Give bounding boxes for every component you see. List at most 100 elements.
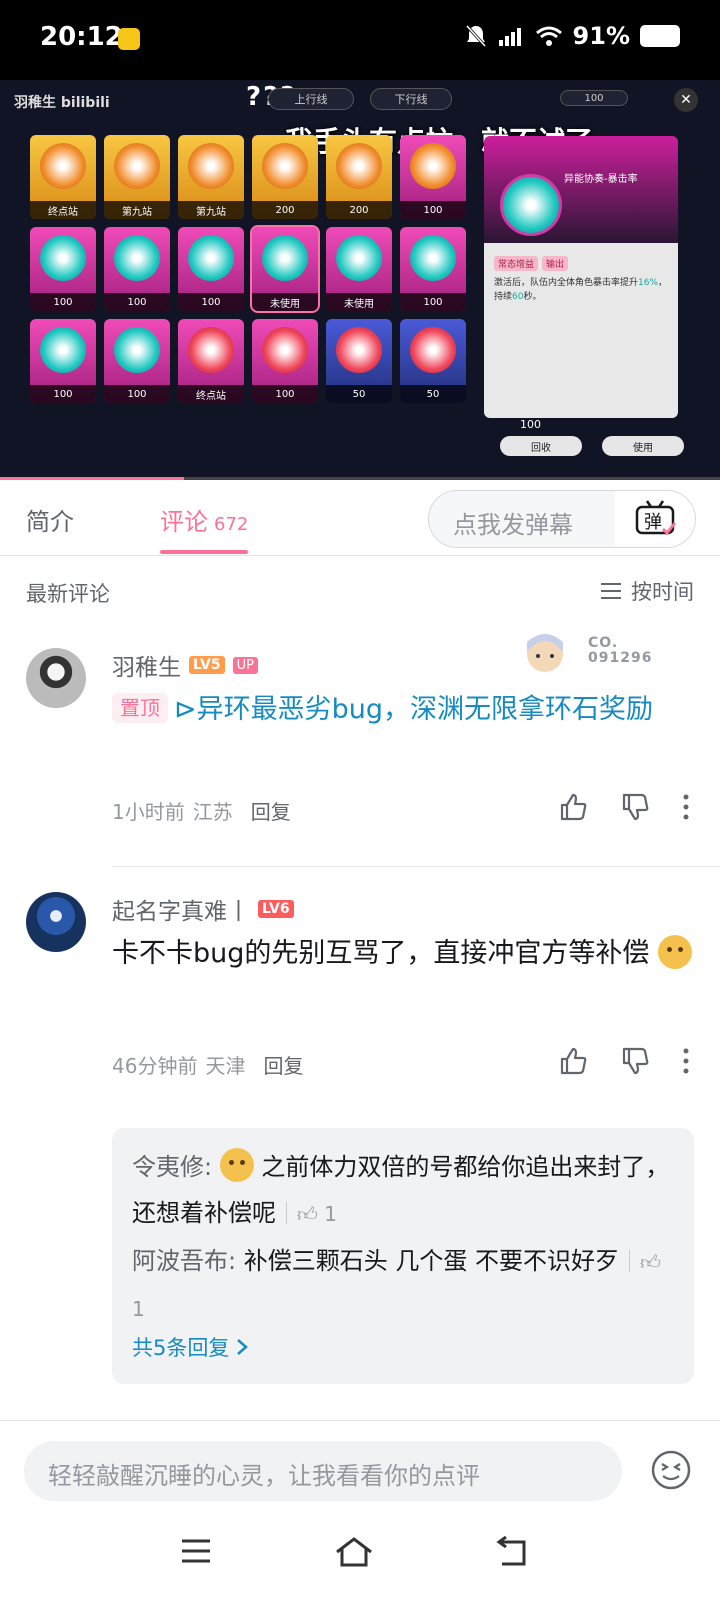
battery-icon (640, 25, 680, 47)
reply-like-count[interactable]: 👍︎ 1 (286, 1202, 337, 1226)
avatar[interactable] (26, 648, 86, 708)
app-notification-icon (118, 28, 140, 50)
reply-text: 补偿三颗石头 几个蛋 不要不识好歹 (243, 1247, 619, 1275)
item-tile: 50 (326, 319, 392, 403)
item-tile-label: 50 (326, 385, 392, 403)
item-tile: 100 (104, 319, 170, 403)
video-player[interactable]: 羽稚生 bilibili ??? 上行线 下行线 100 ✕ 我手头有点忙，就不… (0, 80, 720, 480)
comment-text: 卡不卡bug的先别互骂了，直接冲官方等补偿 (112, 932, 692, 975)
thumbs-up-icon[interactable] (558, 1046, 588, 1076)
thumbs-down-icon[interactable] (620, 1046, 650, 1076)
svg-text:弹: 弹 (644, 512, 662, 533)
mute-icon (465, 24, 486, 48)
item-tile: 未使用 (250, 225, 320, 313)
item-tile: 200 (252, 135, 318, 219)
item-tile: 第九站 (104, 135, 170, 219)
item-tile-label: 100 (104, 293, 170, 311)
replies-box[interactable]: 令夷修: 之前体力双倍的号都给你追出来封了，还想着补偿呢 👍︎ 1 阿波吾布: 补… (112, 1128, 694, 1384)
tab-active-indicator (160, 550, 248, 554)
video-watermark: 羽稚生 bilibili (14, 95, 110, 111)
item-detail-panel: 异能协奏-暴击率 常态增益 输出 激活后，队伍内全体角色暴击率提升16%，持续6… (484, 136, 678, 418)
thumbs-up-icon[interactable] (558, 792, 588, 822)
thumbs-down-icon[interactable] (620, 792, 650, 822)
comment-input-bar: 轻轻敲醒沉睡的心灵，让我看看你的点评 (0, 1420, 720, 1506)
item-tile: 100 (104, 227, 170, 311)
doge-emoji-icon (219, 1148, 254, 1182)
item-orb-icon (336, 327, 382, 373)
item-orb-icon (410, 235, 456, 281)
comment-time: 46分钟前 (112, 1054, 198, 1078)
tab-bar: 简介 评论 672 点我发弹幕 弹 (0, 480, 720, 556)
danmaku-input[interactable]: 点我发弹幕 弹 (428, 490, 696, 548)
item-tile: 100 (30, 319, 96, 403)
more-vertical-icon[interactable] (682, 1047, 690, 1075)
reply-username[interactable]: 令夷修 (132, 1153, 204, 1181)
sort-by-time-button[interactable]: 按时间 (599, 576, 694, 606)
item-orb-icon (40, 143, 86, 189)
comment-location: 江苏 (192, 800, 233, 824)
item-tile-label: 100 (178, 293, 244, 311)
item-detail-description: 激活后，队伍内全体角色暴击率提升16%，持续60秒。 (494, 278, 668, 302)
level-badge: LV5 (189, 656, 225, 674)
home-icon[interactable] (334, 1536, 374, 1568)
item-tile-label: 100 (104, 385, 170, 403)
item-tile-label: 第九站 (178, 201, 244, 219)
system-nav-bar (0, 1506, 720, 1600)
item-detail-orb (500, 174, 562, 236)
reply-item[interactable]: 阿波吾布: 补偿三颗石头 几个蛋 不要不识好歹 👍︎ 1 (132, 1238, 676, 1332)
item-tile-label: 100 (30, 293, 96, 311)
item-tile: 终点站 (30, 135, 96, 219)
comment-input[interactable]: 轻轻敲醒沉睡的心灵，让我看看你的点评 (24, 1441, 622, 1501)
item-tile-label: 200 (252, 201, 318, 219)
danmaku-placeholder: 点我发弹幕 (453, 511, 573, 539)
reply-button[interactable]: 回复 (263, 1050, 303, 1079)
use-button: 使用 (602, 436, 684, 456)
thumbs-up-icon: 👍︎ (639, 1250, 661, 1274)
item-tile-label: 终点站 (30, 201, 96, 219)
comment-count: 672 (214, 514, 249, 535)
comment-username[interactable]: 羽稚生 (112, 648, 181, 682)
item-orb-icon (114, 327, 160, 373)
item-tile-label: 50 (400, 385, 466, 403)
item-tile: 50 (400, 319, 466, 403)
item-tile: 100 (400, 135, 466, 219)
reply-item[interactable]: 令夷修: 之前体力双倍的号都给你追出来封了，还想着补偿呢 👍︎ 1 (132, 1144, 676, 1237)
item-orb-icon (188, 235, 234, 281)
comment-link[interactable]: 异环最恶劣bug，深渊无限拿环石奖励 (197, 694, 653, 725)
item-cost: 100 (520, 418, 541, 431)
item-tile-label: 终点站 (178, 385, 244, 403)
item-tile: 100 (178, 227, 244, 311)
cellular-signal-icon (498, 28, 521, 46)
item-orb-icon (262, 235, 308, 281)
item-orb-icon (410, 327, 456, 373)
status-time: 20:12 (40, 22, 123, 52)
reply-button[interactable]: 回复 (251, 796, 291, 825)
comment-username[interactable]: 起名字真难丨 (112, 892, 250, 926)
item-orb-icon (336, 235, 382, 281)
sort-by-time-label: 按时间 (631, 580, 694, 604)
emoji-icon[interactable] (650, 1449, 692, 1491)
comment-body: 卡不卡bug的先别互骂了，直接冲官方等补偿 (112, 938, 650, 969)
back-icon[interactable] (494, 1536, 528, 1568)
item-tile: 100 (252, 319, 318, 403)
more-replies-link[interactable]: 共5条回复 (132, 1332, 249, 1362)
tab-intro[interactable]: 简介 (26, 502, 74, 537)
item-tile-label: 100 (252, 385, 318, 403)
doge-emoji-icon (657, 935, 692, 969)
more-vertical-icon[interactable] (682, 793, 690, 821)
item-tile: 终点站 (178, 319, 244, 403)
item-tile: 200 (326, 135, 392, 219)
tab-comments-label: 评论 (160, 508, 208, 536)
tab-comments[interactable]: 评论 672 (160, 502, 248, 537)
comment-divider (112, 866, 720, 867)
video-link-icon: ⊳ (174, 694, 197, 725)
comment-sort-row: 最新评论 按时间 (0, 556, 720, 626)
comment-input-placeholder: 轻轻敲醒沉睡的心灵，让我看看你的点评 (48, 1462, 480, 1490)
avatar[interactable] (26, 892, 86, 952)
danmaku-toggle-button[interactable]: 弹 (615, 491, 695, 547)
up-line-pill: 上行线 (268, 88, 354, 110)
reply-username[interactable]: 阿波吾布 (132, 1247, 228, 1275)
item-tile: 未使用 (326, 227, 392, 311)
chevron-right-icon (237, 1339, 249, 1355)
menu-icon[interactable] (180, 1536, 212, 1566)
